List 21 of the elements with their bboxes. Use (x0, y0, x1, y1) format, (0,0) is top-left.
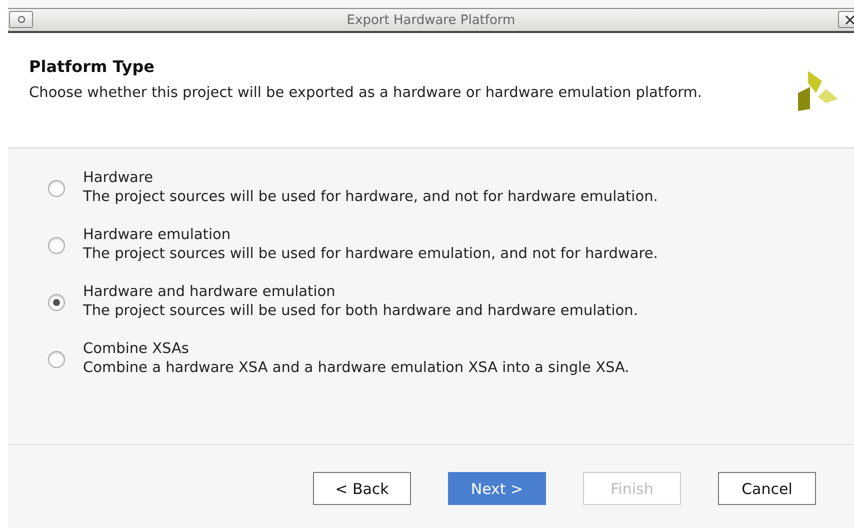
dialog-button[interactable]: < Back (313, 472, 411, 505)
dialog-button[interactable]: Next > (448, 472, 546, 505)
radio-button[interactable] (48, 350, 65, 368)
logo-icon (796, 69, 840, 113)
option-label[interactable]: Hardware emulation (83, 226, 658, 245)
option-label[interactable]: Hardware (83, 169, 658, 188)
close-icon (845, 14, 854, 24)
window-menu-button[interactable] (9, 11, 33, 28)
option-description: The project sources will be used for both hardware and hardware emulation. (83, 302, 638, 321)
option-description: The project sources will be used for hardware emulation, and not for hardware. (83, 245, 658, 264)
page-title: Platform Type (29, 57, 156, 76)
page-description: Choose whether this project will be exported as a hardware or hardware emulation platform. (29, 84, 704, 103)
radio-button[interactable] (48, 294, 65, 310)
window-title: Export Hardware Platform (346, 12, 516, 28)
option-label[interactable]: Hardware and hardware emulation (83, 283, 638, 302)
option-description: Combine a hardware XSA and a hardware emulation XSA into a single XSA. (83, 359, 630, 378)
option-label[interactable]: Combine XSAs (83, 340, 630, 359)
dialog-button[interactable]: Cancel (718, 472, 816, 505)
radio-button[interactable] (48, 236, 65, 254)
option-description: The project sources will be used for hardware, and not for hardware emulation. (83, 188, 658, 207)
radio-button[interactable] (48, 180, 65, 196)
